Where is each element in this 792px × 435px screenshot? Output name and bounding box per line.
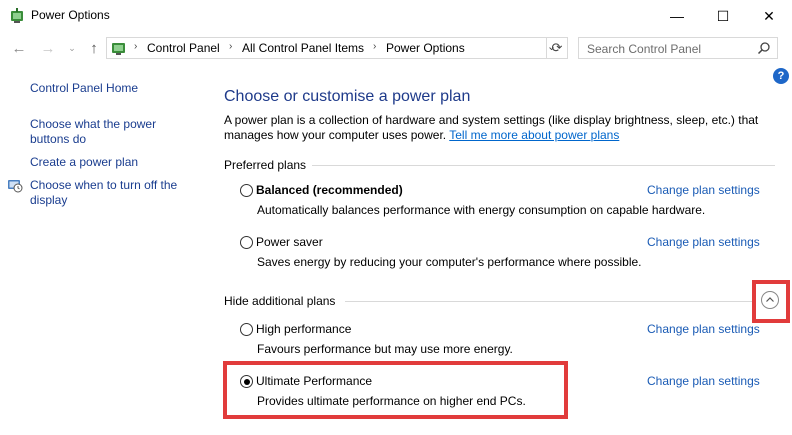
plan-name-power-saver[interactable]: Power saver: [256, 235, 323, 249]
help-icon: ?: [777, 70, 785, 82]
preferred-plans-heading: Preferred plans: [224, 158, 307, 172]
help-button[interactable]: ?: [773, 68, 789, 84]
chevron-down-icon: ⌄: [68, 42, 76, 53]
refresh-button[interactable]: ⟳: [546, 37, 568, 59]
navigation-bar: ← → ⌄ ↑ › Control Panel › All Control Pa…: [0, 32, 792, 64]
page-title: Choose or customise a power plan: [224, 88, 471, 105]
breadcrumb-separator: ›: [134, 41, 138, 52]
breadcrumb-all-items[interactable]: All Control Panel Items: [242, 41, 364, 55]
refresh-icon: ⟳: [551, 40, 563, 55]
radio-balanced[interactable]: [240, 184, 253, 197]
learn-more-link[interactable]: Tell me more about power plans: [449, 128, 619, 142]
title-bar: Power Options — ☐ ✕: [0, 0, 792, 32]
minimize-icon: —: [670, 8, 684, 24]
search-box[interactable]: [578, 37, 778, 59]
breadcrumb-separator: ›: [229, 41, 233, 52]
hide-additional-plans-heading[interactable]: Hide additional plans: [224, 294, 335, 308]
highlight-box-ultimate: [223, 361, 568, 419]
change-plan-settings-link[interactable]: Change plan settings: [647, 322, 760, 336]
change-plan-settings-link[interactable]: Change plan settings: [647, 235, 760, 249]
sidebar-item-display-off[interactable]: Choose when to turn off the display: [30, 178, 190, 208]
sidebar-item-control-panel-home[interactable]: Control Panel Home: [30, 81, 138, 96]
power-options-icon: [11, 8, 23, 23]
forward-button[interactable]: →: [38, 38, 58, 58]
close-icon: ✕: [763, 7, 775, 24]
plan-desc-power-saver: Saves energy by reducing your computer's…: [257, 255, 642, 269]
up-arrow-icon: ↑: [90, 39, 98, 57]
highlight-box-collapse: [752, 280, 790, 323]
search-input[interactable]: [585, 40, 749, 58]
radio-high-performance[interactable]: [240, 323, 253, 336]
back-arrow-icon: ←: [11, 39, 27, 57]
section-divider: [312, 165, 775, 166]
recent-locations-button[interactable]: ⌄: [62, 38, 82, 58]
maximize-icon: ☐: [716, 7, 730, 24]
plan-desc-balanced: Automatically balances performance with …: [257, 203, 706, 217]
plan-desc-high-performance: Favours performance but may use more ene…: [257, 342, 513, 356]
plan-name-balanced[interactable]: Balanced (recommended): [256, 183, 403, 197]
forward-arrow-icon: →: [40, 39, 56, 57]
sidebar-item-power-buttons[interactable]: Choose what the power buttons do: [30, 117, 180, 147]
monitor-clock-icon: [8, 180, 23, 193]
search-icon[interactable]: [757, 41, 771, 55]
plan-name-high-performance[interactable]: High performance: [256, 322, 351, 336]
maximize-button[interactable]: ☐: [700, 0, 746, 32]
breadcrumb-separator: ›: [373, 41, 377, 52]
back-button[interactable]: ←: [9, 38, 29, 58]
window-title: Power Options: [31, 8, 110, 22]
up-button[interactable]: ↑: [84, 38, 104, 58]
change-plan-settings-link[interactable]: Change plan settings: [647, 374, 760, 388]
section-divider: [345, 301, 755, 302]
minimize-button[interactable]: —: [654, 0, 700, 32]
address-bar[interactable]: › Control Panel › All Control Panel Item…: [106, 37, 568, 59]
breadcrumb-power-options[interactable]: Power Options: [386, 41, 465, 55]
control-panel-icon: [112, 43, 125, 55]
sidebar-item-create-plan[interactable]: Create a power plan: [30, 155, 138, 170]
radio-power-saver[interactable]: [240, 236, 253, 249]
change-plan-settings-link[interactable]: Change plan settings: [647, 183, 760, 197]
breadcrumb-control-panel[interactable]: Control Panel: [147, 41, 220, 55]
intro-text: A power plan is a collection of hardware…: [224, 113, 764, 143]
close-button[interactable]: ✕: [746, 0, 792, 32]
